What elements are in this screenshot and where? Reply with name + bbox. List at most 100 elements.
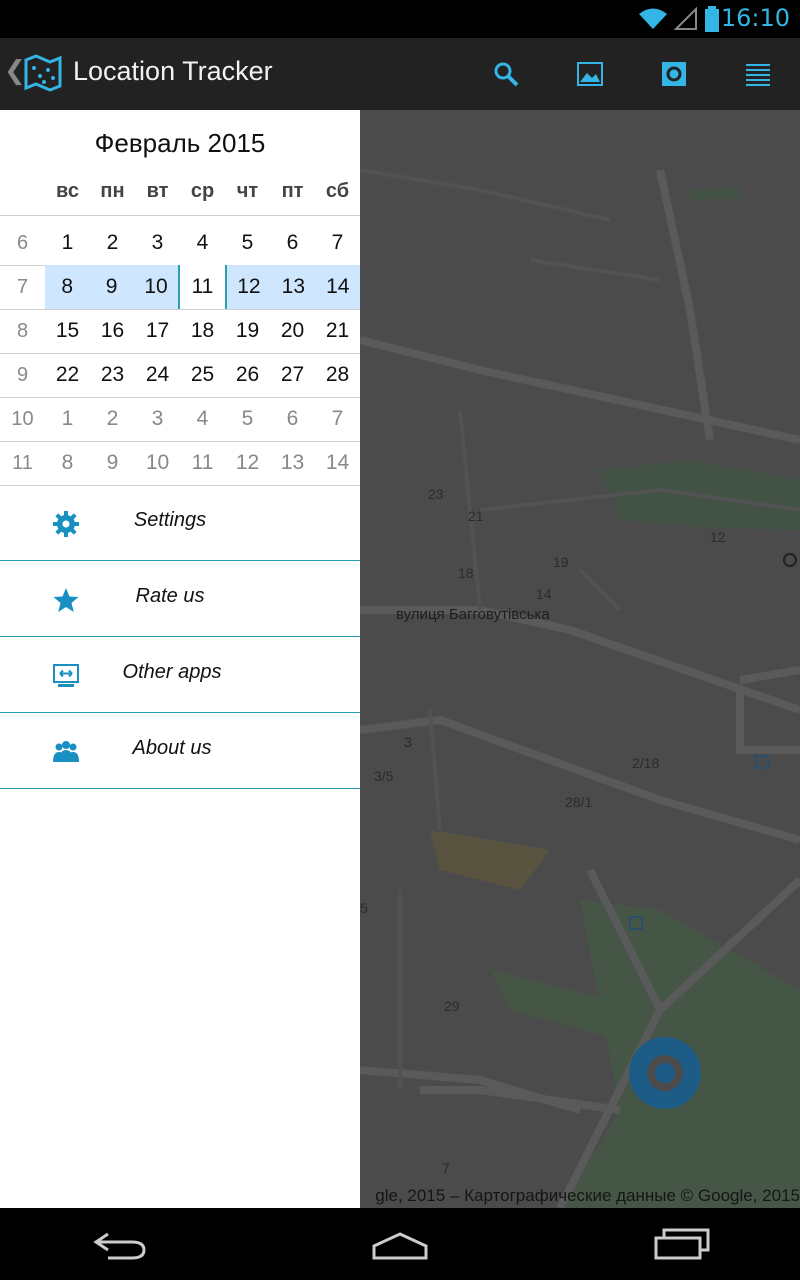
- calendar-day[interactable]: 2: [90, 397, 135, 441]
- search-button[interactable]: [486, 54, 526, 94]
- calendar-day[interactable]: 23: [90, 353, 135, 397]
- day-cells: 1234567: [45, 397, 360, 441]
- calendar-day[interactable]: 26: [225, 353, 270, 397]
- calendar-day[interactable]: 18: [180, 309, 225, 353]
- menu-item-rate[interactable]: Rate us: [0, 561, 360, 637]
- map-label: 14: [536, 586, 552, 602]
- back-icon[interactable]: [88, 1226, 152, 1262]
- calendar-day[interactable]: 25: [180, 353, 225, 397]
- calendar-week-row: 10 1 2 3 4 5 6 7: [0, 397, 360, 441]
- location-target-icon: [662, 62, 686, 86]
- calendar-day[interactable]: 9: [90, 441, 135, 485]
- my-location-marker[interactable]: [629, 1037, 701, 1109]
- list-button[interactable]: [738, 54, 778, 94]
- weekday-label: чт: [236, 180, 259, 202]
- calendar-day[interactable]: 20: [270, 309, 315, 353]
- map-attribution: gle, 2015 – Картографические данные © Go…: [375, 1186, 800, 1205]
- recent-apps-icon[interactable]: [650, 1226, 714, 1262]
- calendar-day[interactable]: 13: [270, 441, 315, 485]
- calendar-day[interactable]: 11: [178, 265, 227, 309]
- weekday-label: вс: [56, 180, 79, 202]
- calendar-week-row: 61234567: [0, 221, 360, 265]
- signal-icon: [674, 7, 697, 30]
- calendar-day[interactable]: 10: [135, 441, 180, 485]
- menu-label-other-apps: Other apps: [122, 661, 222, 683]
- map-label: 19: [553, 554, 569, 570]
- week-number: 11: [12, 452, 33, 474]
- menu-item-settings[interactable]: Settings: [0, 485, 360, 561]
- menu-item-other-apps[interactable]: Other apps: [0, 637, 360, 713]
- apps-monitor-icon: [53, 664, 79, 687]
- map-label: 18: [458, 565, 474, 581]
- calendar-day[interactable]: 10: [134, 265, 178, 309]
- image-button[interactable]: [570, 54, 610, 94]
- calendar-day[interactable]: 5: [225, 397, 270, 441]
- calendar-day[interactable]: 27: [270, 353, 315, 397]
- wifi-icon: [639, 8, 667, 29]
- home-icon[interactable]: [368, 1226, 432, 1262]
- calendar-day[interactable]: 11: [180, 441, 225, 485]
- weekday-label: ср: [190, 180, 215, 202]
- menu-label-about: About us: [132, 737, 212, 759]
- calendar-day[interactable]: 14: [316, 265, 360, 309]
- up-chevron-icon[interactable]: ❮: [4, 56, 26, 86]
- calendar-day[interactable]: 24: [135, 353, 180, 397]
- calendar-day[interactable]: 9: [89, 265, 133, 309]
- map-label: 7: [442, 1160, 450, 1176]
- calendar-month-title: Февраль 2015: [94, 128, 266, 158]
- weekday-label: пт: [281, 180, 304, 202]
- list-icon: [746, 64, 770, 86]
- map-view[interactable]: 23 21 19 18 14 12 3 3/5 2/18 28/1 29 7 5…: [360, 110, 800, 1208]
- day-cells: 8 9 10 11 12 13 14: [45, 265, 360, 309]
- calendar-day[interactable]: 1: [45, 221, 90, 265]
- calendar-day[interactable]: 15: [45, 309, 90, 353]
- calendar-day[interactable]: 17: [135, 309, 180, 353]
- calendar-day[interactable]: 8: [45, 441, 90, 485]
- menu-label-settings: Settings: [133, 509, 207, 531]
- battery-icon: [705, 6, 719, 32]
- menu-item-about[interactable]: About us: [0, 713, 360, 789]
- calendar-day[interactable]: 5: [225, 221, 270, 265]
- calendar-day[interactable]: 7: [315, 221, 360, 265]
- calendar-day[interactable]: 12: [225, 441, 270, 485]
- calendar-day[interactable]: 8: [45, 265, 89, 309]
- location-button[interactable]: [654, 54, 694, 94]
- status-time: 16:10: [720, 4, 790, 32]
- calendar-day[interactable]: 3: [135, 221, 180, 265]
- calendar-day[interactable]: 19: [225, 309, 270, 353]
- calendar-day[interactable]: 6: [270, 221, 315, 265]
- calendar-day[interactable]: 6: [270, 397, 315, 441]
- calendar-day[interactable]: 14: [315, 441, 360, 485]
- action-bar: ❮ Location Tracker: [0, 38, 800, 111]
- star-icon: [53, 588, 79, 612]
- calendar-day[interactable]: 16: [90, 309, 135, 353]
- map-label: 2/18: [632, 755, 660, 771]
- calendar-day[interactable]: 3: [135, 397, 180, 441]
- week-number: 9: [16, 364, 29, 386]
- map-label: 3/5: [374, 768, 394, 784]
- week-number: 10: [11, 408, 34, 430]
- calendar-day[interactable]: 22: [45, 353, 90, 397]
- calendar-day[interactable]: 7: [315, 397, 360, 441]
- weekday-label: сб: [325, 180, 350, 202]
- app-title: Location Tracker: [73, 56, 273, 86]
- calendar-day[interactable]: 1: [45, 397, 90, 441]
- calendar-day[interactable]: 21: [315, 309, 360, 353]
- calendar-divider: [0, 215, 360, 216]
- calendar-day[interactable]: 13: [271, 265, 315, 309]
- day-cells: 15 16 17 18 19 20 21: [45, 309, 360, 353]
- calendar-day[interactable]: 12: [227, 265, 271, 309]
- day-cells: 22 23 24 25 26 27 28: [45, 353, 360, 397]
- people-group-icon: [53, 741, 79, 762]
- calendar-day[interactable]: 4: [180, 397, 225, 441]
- map-label: 29: [444, 998, 460, 1014]
- map-label: 23: [428, 486, 444, 502]
- map-roads: [360, 168, 800, 1208]
- calendar-day[interactable]: 28: [315, 353, 360, 397]
- day-cells: 8 9 10 11 12 13 14: [45, 441, 360, 485]
- calendar-day[interactable]: 4: [180, 221, 225, 265]
- map-label: 3: [404, 734, 412, 750]
- calendar-day[interactable]: 2: [90, 221, 135, 265]
- map-label: 28/1: [565, 794, 593, 810]
- app-logo-icon[interactable]: [24, 54, 62, 92]
